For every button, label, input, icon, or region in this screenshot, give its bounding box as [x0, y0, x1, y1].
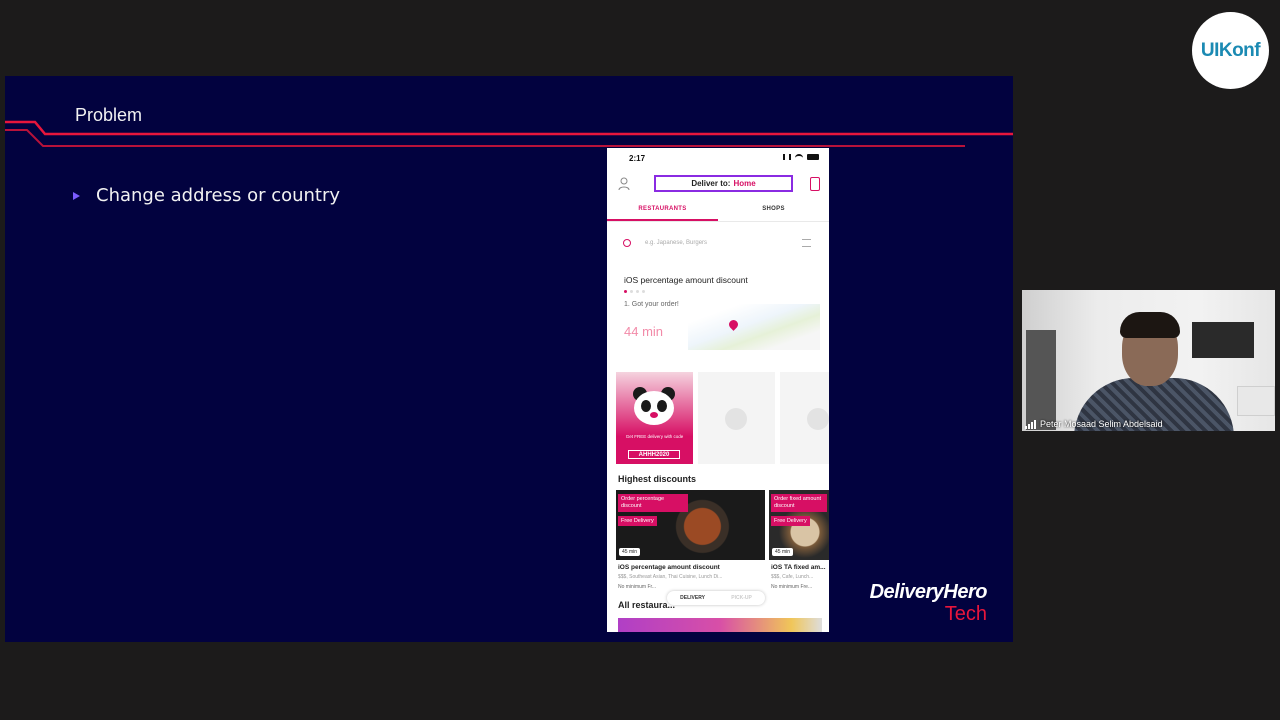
brand-main: DeliveryHero — [869, 581, 988, 603]
free-delivery-tag: Free Delivery — [771, 516, 810, 526]
tab-shops[interactable]: SHOPS — [718, 200, 829, 221]
tab-bar: RESTAURANTS SHOPS — [607, 200, 829, 222]
deliver-to-button[interactable]: Deliver to: Home — [654, 175, 793, 192]
toggle-delivery[interactable]: DELIVERY — [680, 595, 705, 601]
bullet-text: Change address or country — [96, 185, 341, 206]
order-eta: 44 min — [624, 324, 664, 339]
app-header: Deliver to: Home — [607, 174, 829, 196]
search-bar[interactable]: e.g. Japanese, Burgers — [607, 232, 829, 254]
tab-restaurants[interactable]: RESTAURANTS — [607, 200, 718, 221]
all-restaurants-title: All restaura... — [618, 600, 676, 610]
webcam-background-object — [1026, 330, 1056, 430]
highest-discounts-title: Highest discounts — [618, 474, 697, 484]
restaurant-name: iOS percentage amount discount — [618, 564, 720, 571]
restaurant-card[interactable]: Order fixed amount discount Free Deliver… — [769, 490, 829, 560]
placeholder-icon — [725, 408, 747, 430]
order-title: iOS percentage amount discount — [624, 275, 748, 285]
status-time: 2:17 — [629, 154, 646, 163]
order-status: 1. Got your order! — [624, 301, 679, 308]
speaker-name: Peter Mosaad Selim Abdelsaid — [1040, 419, 1163, 429]
bullet-item: Change address or country — [73, 185, 340, 206]
filter-icon[interactable] — [802, 239, 811, 247]
presentation-slide: Problem Change address or country 2:17 D… — [5, 76, 1013, 642]
deliver-prefix: Deliver to: — [691, 179, 731, 188]
discount-tag: Order percentage discount — [618, 494, 688, 512]
delivery-time-chip: 45 min — [772, 548, 794, 556]
progress-dot — [624, 290, 627, 293]
restaurant-card[interactable]: Order percentage discount Free Delivery … — [616, 490, 765, 560]
restaurant-name: iOS TA fixed am... — [771, 564, 826, 571]
search-icon — [623, 239, 631, 247]
signal-strength-icon — [1025, 419, 1036, 429]
deliver-location: Home — [733, 179, 756, 188]
webcam-background-printer — [1237, 386, 1275, 416]
webcam-background-tv — [1192, 322, 1254, 358]
restaurant-image — [618, 618, 822, 632]
slide-decor-lines — [5, 120, 1013, 147]
promo-banner-placeholder — [780, 372, 829, 464]
order-progress-dots — [624, 290, 645, 293]
speaker-webcam: Peter Mosaad Selim Abdelsaid — [1022, 290, 1275, 431]
battery-icon — [807, 154, 819, 160]
stage: Problem Change address or country 2:17 D… — [0, 0, 1280, 720]
phone-screen: 2:17 Deliver to: Home RESTAURANTS SHOPS … — [607, 148, 829, 632]
progress-dot — [642, 290, 645, 293]
panda-mascot-icon — [633, 387, 675, 425]
brand-sub: Tech — [944, 603, 987, 625]
toggle-pickup[interactable]: PICK-UP — [731, 595, 752, 601]
free-delivery-tag: Free Delivery — [618, 516, 657, 526]
uikonf-label: UIKonf — [1200, 39, 1261, 61]
promo-banner-placeholder — [698, 372, 775, 464]
uikonf-logo: UIKonf — [1192, 12, 1269, 89]
delivery-pickup-toggle[interactable]: DELIVERY PICK-UP — [667, 591, 765, 605]
promo-banners: Get FREE delivery with code AHHH2020 — [616, 372, 829, 464]
search-input[interactable]: e.g. Japanese, Burgers — [645, 240, 707, 246]
placeholder-icon — [807, 408, 829, 430]
restaurant-minimum: No minimum Fr... — [618, 584, 657, 590]
order-map — [688, 304, 820, 350]
promo-text: Get FREE delivery with code — [625, 434, 684, 439]
status-bar: 2:17 — [607, 148, 829, 170]
progress-dot — [630, 290, 633, 293]
bullet-marker-icon — [73, 191, 80, 200]
cart-icon[interactable] — [810, 177, 820, 191]
profile-icon[interactable] — [618, 177, 630, 191]
discount-tag: Order fixed amount discount — [771, 494, 827, 512]
delivery-time-chip: 45 min — [619, 548, 641, 556]
speaker-hair — [1120, 312, 1180, 338]
promo-banner[interactable]: Get FREE delivery with code AHHH2020 — [616, 372, 693, 464]
deliveryhero-logo: DeliveryHero Tech — [869, 581, 988, 625]
restaurant-subtitle: $$$, Cafe, Lunch... — [771, 574, 814, 580]
restaurant-minimum: No minimum Fre... — [771, 584, 813, 590]
speaker-label: Peter Mosaad Selim Abdelsaid — [1025, 419, 1163, 429]
promo-code: AHHH2020 — [628, 450, 680, 459]
order-tracking-card[interactable]: iOS percentage amount discount 1. Got yo… — [618, 266, 822, 354]
restaurant-subtitle: $$$, Southeast Asian, Thai Cuisine, Lunc… — [618, 574, 723, 580]
status-icons — [783, 154, 819, 160]
progress-dot — [636, 290, 639, 293]
wifi-icon — [795, 154, 803, 160]
signal-icon — [783, 154, 791, 160]
